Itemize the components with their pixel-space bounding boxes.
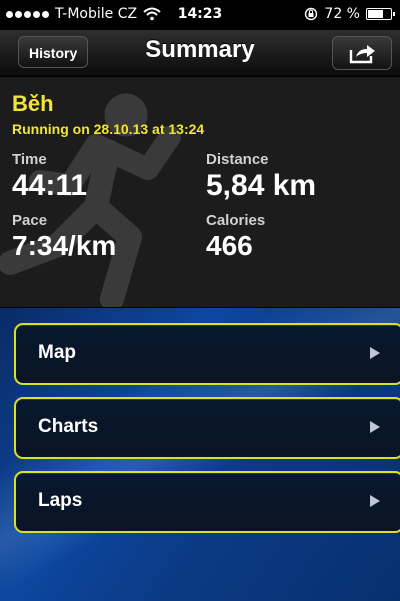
chevron-right-icon <box>370 421 380 433</box>
chevron-right-icon <box>370 347 380 359</box>
calories-value: 466 <box>206 230 253 261</box>
calories-label: Calories <box>206 212 266 229</box>
menu-item-laps[interactable]: Laps <box>14 471 400 533</box>
share-icon <box>349 45 375 64</box>
menu-item-label: Laps <box>38 490 83 511</box>
pace-label: Pace <box>12 212 48 229</box>
summary-panel: Běh Running on 28.10.13 at 13:24 Time 44… <box>0 77 400 307</box>
time-value: 44:11 <box>12 169 88 202</box>
navigation-bar: History Summary <box>0 30 400 77</box>
status-bar: T-Mobile CZ 14:23 72 % <box>0 0 400 30</box>
activity-name: Běh <box>12 91 54 116</box>
menu-item-charts[interactable]: Charts <box>14 397 400 459</box>
distance-value: 5,84 km <box>206 169 317 202</box>
menu-item-label: Charts <box>38 416 99 437</box>
rotation-lock-icon <box>305 7 318 21</box>
battery-percent: 72 % <box>324 6 360 22</box>
status-right-group: 72 % <box>304 6 395 22</box>
activity-subtitle: Running on 28.10.13 at 13:24 <box>12 121 205 137</box>
time-label: Time <box>12 151 47 168</box>
menu-area: Map Charts Laps <box>0 307 400 601</box>
share-button[interactable] <box>332 36 392 70</box>
battery-icon <box>366 8 395 20</box>
pace-value: 7:34/km <box>12 230 117 261</box>
chevron-right-icon <box>370 495 380 507</box>
distance-label: Distance <box>206 151 269 168</box>
menu-item-map[interactable]: Map <box>14 323 400 385</box>
menu-item-label: Map <box>38 342 76 363</box>
